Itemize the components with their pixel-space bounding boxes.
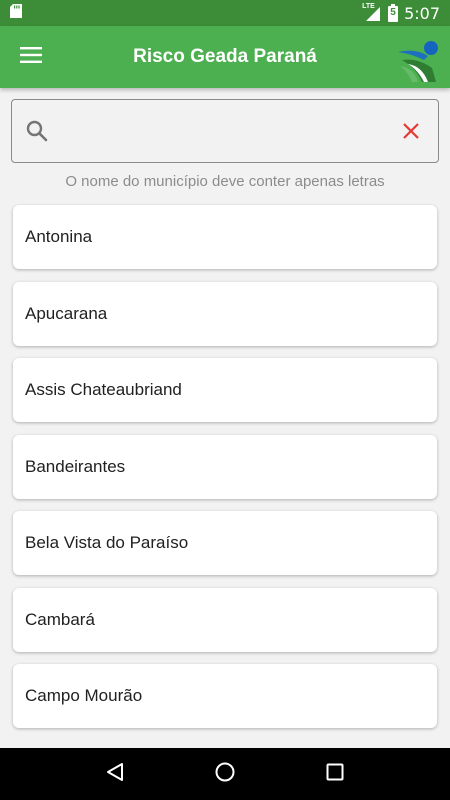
list-item-label: Cambará: [25, 609, 95, 629]
list-item-label: Apucarana: [25, 303, 108, 323]
home-button[interactable]: [201, 750, 249, 798]
search-hint: O nome do município deve conter apenas l…: [65, 173, 385, 190]
status-icons: LTE 5 5:07: [362, 3, 440, 23]
back-button[interactable]: [91, 750, 139, 798]
list-item[interactable]: Antonina: [13, 205, 437, 269]
status-bar: LTE 5 5:07: [0, 0, 450, 26]
search-input[interactable]: [62, 110, 384, 152]
recents-icon: [326, 763, 344, 786]
list-item[interactable]: Campo Mourão: [13, 664, 437, 728]
search-icon: [12, 120, 62, 142]
back-icon: [105, 762, 125, 787]
battery-level-label: 5: [390, 7, 396, 18]
list-item[interactable]: Bandeirantes: [13, 434, 437, 499]
signal-icon: LTE: [362, 3, 382, 21]
status-time: 5:07: [404, 3, 440, 23]
menu-icon: [20, 46, 42, 68]
list-item-label: Antonina: [25, 227, 93, 246]
app-title: Risco Geada Paraná: [133, 46, 317, 67]
sd-card-icon: [10, 3, 22, 23]
menu-button[interactable]: [0, 26, 62, 88]
list-item[interactable]: Cambará: [13, 587, 437, 652]
home-icon: [214, 761, 236, 788]
list-item[interactable]: Apucarana: [13, 281, 437, 346]
app-logo-icon: [398, 38, 440, 82]
list-item-label: Campo Mourão: [25, 686, 143, 705]
list-item-label: Assis Chateaubriand: [25, 380, 182, 399]
search-box: [11, 99, 439, 163]
recents-button[interactable]: [311, 750, 359, 798]
list-item[interactable]: Bela Vista do Paraíso: [13, 511, 437, 575]
app-bar: Risco Geada Paraná: [0, 26, 450, 88]
close-icon[interactable]: [384, 104, 438, 158]
list-item-label: Bandeirantes: [25, 456, 126, 476]
municipality-list: Antonina Apucarana Assis Chateaubriand B…: [13, 205, 437, 741]
navigation-bar: [0, 748, 450, 800]
list-item[interactable]: Assis Chateaubriand: [13, 358, 437, 422]
list-item-label: Bela Vista do Paraíso: [25, 533, 189, 552]
battery-icon: 5: [388, 4, 399, 22]
